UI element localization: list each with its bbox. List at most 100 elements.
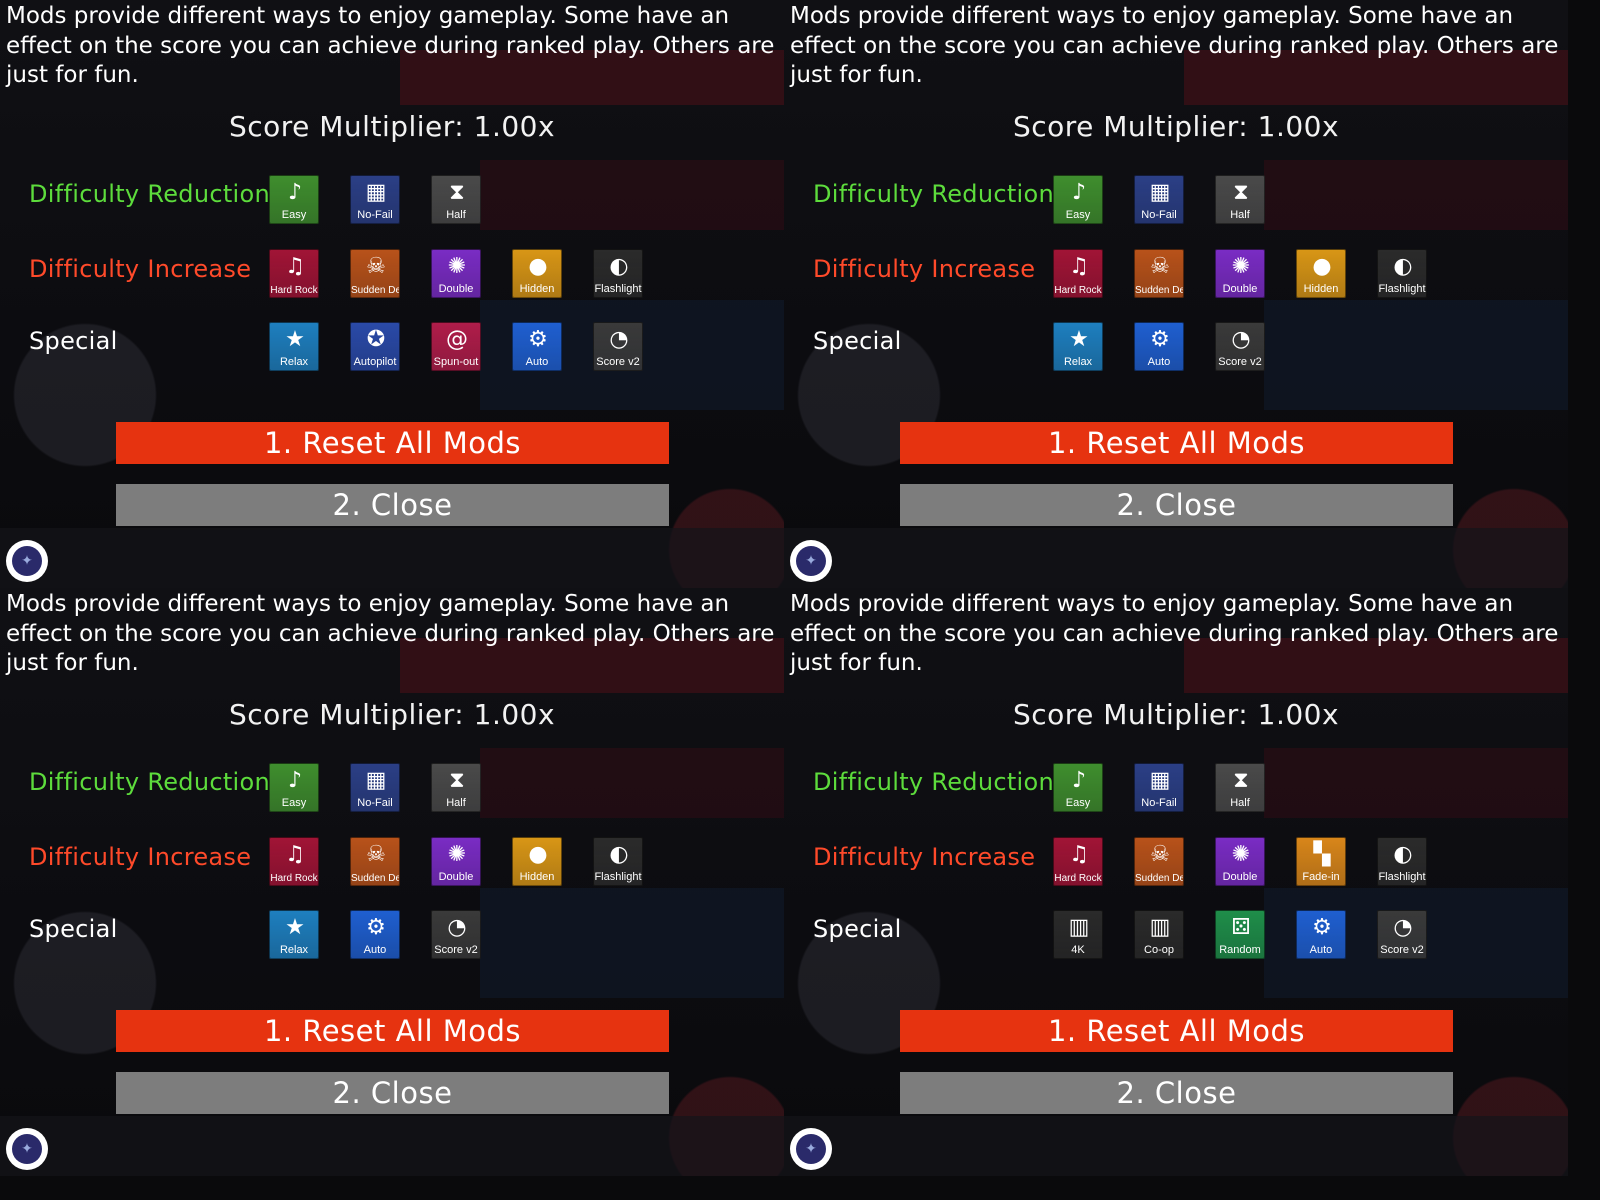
mod-score-v2-button[interactable]: ◔ Score v2 xyxy=(593,322,643,371)
difficulty-reduction-mods: ♪ Easy ▦ No-Fail ⧗ Half xyxy=(1053,175,1265,224)
mod-easy-button[interactable]: ♪ Easy xyxy=(1053,763,1103,812)
difficulty-increase-mods: ♫ Hard Rock ☠ Sudden Death ✺ Double ▚ Fade-in ◐ F… xyxy=(1053,837,1427,886)
piano-keys-icon: ▥ xyxy=(1149,915,1171,940)
mod-hard-rock-button[interactable]: ♫ Hard Rock xyxy=(1053,837,1103,886)
music-note-icon: ♪ xyxy=(1071,180,1087,205)
mod-auto-button[interactable]: ⚙ Auto xyxy=(1296,910,1346,959)
mod-name-label: Double xyxy=(438,283,474,295)
mod-relax-button[interactable]: ★ Relax xyxy=(269,910,319,959)
mod-no-fail-button[interactable]: ▦ No-Fail xyxy=(1134,763,1184,812)
gauge-icon: ◔ xyxy=(447,915,467,940)
mod-name-label: Spun-out xyxy=(433,356,479,368)
gear-icon: ⚙ xyxy=(528,327,548,352)
mod-relax-button[interactable]: ★ Relax xyxy=(269,322,319,371)
skull-icon: ☠ xyxy=(366,842,386,867)
mod-name-label: No-Fail xyxy=(1141,209,1177,221)
mod-no-fail-button[interactable]: ▦ No-Fail xyxy=(1134,175,1184,224)
notes-icon: ♫ xyxy=(285,254,305,279)
mod-half-button[interactable]: ⧗ Half xyxy=(1215,763,1265,812)
mod-sudden-death-button[interactable]: ☠ Sudden Death xyxy=(350,837,400,886)
burst-icon: ✺ xyxy=(447,842,467,867)
reset-all-mods-button[interactable]: 1. Reset All Mods xyxy=(116,1010,669,1052)
dice-icon: ⚄ xyxy=(1231,915,1251,940)
mod-flashlight-button[interactable]: ◐ Flashlight xyxy=(593,837,643,886)
mod-auto-button[interactable]: ⚙ Auto xyxy=(512,322,562,371)
skull-icon: ☠ xyxy=(366,254,386,279)
mod-hidden-button[interactable]: ● Hidden xyxy=(512,837,562,886)
mod-hidden-button[interactable]: ● Hidden xyxy=(1296,249,1346,298)
mod-fade-in-button[interactable]: ▚ Fade-in xyxy=(1296,837,1346,886)
close-button[interactable]: 2. Close xyxy=(116,484,669,526)
mod-hidden-button[interactable]: ● Hidden xyxy=(512,249,562,298)
mod-random-button[interactable]: ⚄ Random xyxy=(1215,910,1265,959)
mod-name-label: Score v2 xyxy=(434,944,478,956)
osu-cursor-icon: ✦ xyxy=(6,540,48,582)
mod-double-button[interactable]: ✺ Double xyxy=(1215,249,1265,298)
hourglass-icon: ⧗ xyxy=(449,768,465,793)
hourglass-icon: ⧗ xyxy=(1233,180,1249,205)
close-button[interactable]: 2. Close xyxy=(900,484,1453,526)
mod-autopilot-button[interactable]: ✪ Autopilot xyxy=(350,322,400,371)
mod-select-screenshots-grid: Mods provide different ways to enjoy gam… xyxy=(0,0,1568,1176)
mod-no-fail-button[interactable]: ▦ No-Fail xyxy=(350,763,400,812)
notes-icon: ♫ xyxy=(1069,254,1089,279)
mod-easy-button[interactable]: ♪ Easy xyxy=(269,763,319,812)
mod-half-button[interactable]: ⧗ Half xyxy=(431,763,481,812)
music-note-icon: ♪ xyxy=(287,180,303,205)
mod-hard-rock-button[interactable]: ♫ Hard Rock xyxy=(1053,249,1103,298)
mod-easy-button[interactable]: ♪ Easy xyxy=(1053,175,1103,224)
background-song-card xyxy=(1264,300,1568,410)
skull-icon: ☠ xyxy=(1150,254,1170,279)
mod-score-v2-button[interactable]: ◔ Score v2 xyxy=(431,910,481,959)
mod-co-op-button[interactable]: ▥ Co-op xyxy=(1134,910,1184,959)
burst-icon: ✺ xyxy=(1231,842,1251,867)
reset-all-mods-button[interactable]: 1. Reset All Mods xyxy=(900,422,1453,464)
difficulty-reduction-mods: ♪ Easy ▦ No-Fail ⧗ Half xyxy=(1053,763,1265,812)
mod-name-label: Flashlight xyxy=(1378,283,1426,295)
mod-double-button[interactable]: ✺ Double xyxy=(431,249,481,298)
mod-4k-button[interactable]: ▥ 4K xyxy=(1053,910,1103,959)
mod-half-button[interactable]: ⧗ Half xyxy=(1215,175,1265,224)
mods-description: Mods provide different ways to enjoy gam… xyxy=(790,591,1559,676)
difficulty-increase-label: Difficulty Increase xyxy=(29,255,252,283)
mod-half-button[interactable]: ⧗ Half xyxy=(431,175,481,224)
mod-flashlight-button[interactable]: ◐ Flashlight xyxy=(1377,837,1427,886)
mod-name-label: Flashlight xyxy=(1378,871,1426,883)
reset-all-mods-button[interactable]: 1. Reset All Mods xyxy=(900,1010,1453,1052)
reset-all-mods-button[interactable]: 1. Reset All Mods xyxy=(116,422,669,464)
mod-double-button[interactable]: ✺ Double xyxy=(431,837,481,886)
mod-auto-button[interactable]: ⚙ Auto xyxy=(350,910,400,959)
notes-icon: ♫ xyxy=(1069,842,1089,867)
close-button[interactable]: 2. Close xyxy=(900,1072,1453,1114)
background-footer xyxy=(0,1116,784,1176)
mod-sudden-death-button[interactable]: ☠ Sudden Death xyxy=(1134,249,1184,298)
mod-hard-rock-button[interactable]: ♫ Hard Rock xyxy=(269,249,319,298)
mod-name-label: Flashlight xyxy=(594,871,642,883)
mod-sudden-death-button[interactable]: ☠ Sudden Death xyxy=(1134,837,1184,886)
close-button[interactable]: 2. Close xyxy=(116,1072,669,1114)
coin-icon: ● xyxy=(528,842,548,867)
mod-score-v2-button[interactable]: ◔ Score v2 xyxy=(1215,322,1265,371)
mod-sudden-death-button[interactable]: ☠ Sudden Death xyxy=(350,249,400,298)
mod-double-button[interactable]: ✺ Double xyxy=(1215,837,1265,886)
gauge-icon: ◔ xyxy=(609,327,629,352)
mod-name-label: Co-op xyxy=(1144,944,1174,956)
mod-flashlight-button[interactable]: ◐ Flashlight xyxy=(593,249,643,298)
background-song-card xyxy=(1264,160,1568,230)
notes-icon: ♫ xyxy=(285,842,305,867)
mod-easy-button[interactable]: ♪ Easy xyxy=(269,175,319,224)
gear-icon: ⚙ xyxy=(366,915,386,940)
difficulty-increase-mods: ♫ Hard Rock ☠ Sudden Death ✺ Double ● Hidden ◐ Fl… xyxy=(1053,249,1427,298)
mod-no-fail-button[interactable]: ▦ No-Fail xyxy=(350,175,400,224)
special-mods: ★ Relax ⚙ Auto ◔ Score v2 xyxy=(269,910,481,959)
difficulty-increase-label: Difficulty Increase xyxy=(29,843,252,871)
mod-relax-button[interactable]: ★ Relax xyxy=(1053,322,1103,371)
mod-hard-rock-button[interactable]: ♫ Hard Rock xyxy=(269,837,319,886)
mod-auto-button[interactable]: ⚙ Auto xyxy=(1134,322,1184,371)
net-icon: ▦ xyxy=(1149,180,1171,205)
mod-name-label: Relax xyxy=(279,356,309,368)
difficulty-reduction-label: Difficulty Reduction xyxy=(29,768,271,796)
mod-spun-out-button[interactable]: @ Spun-out xyxy=(431,322,481,371)
mod-score-v2-button[interactable]: ◔ Score v2 xyxy=(1377,910,1427,959)
mod-flashlight-button[interactable]: ◐ Flashlight xyxy=(1377,249,1427,298)
